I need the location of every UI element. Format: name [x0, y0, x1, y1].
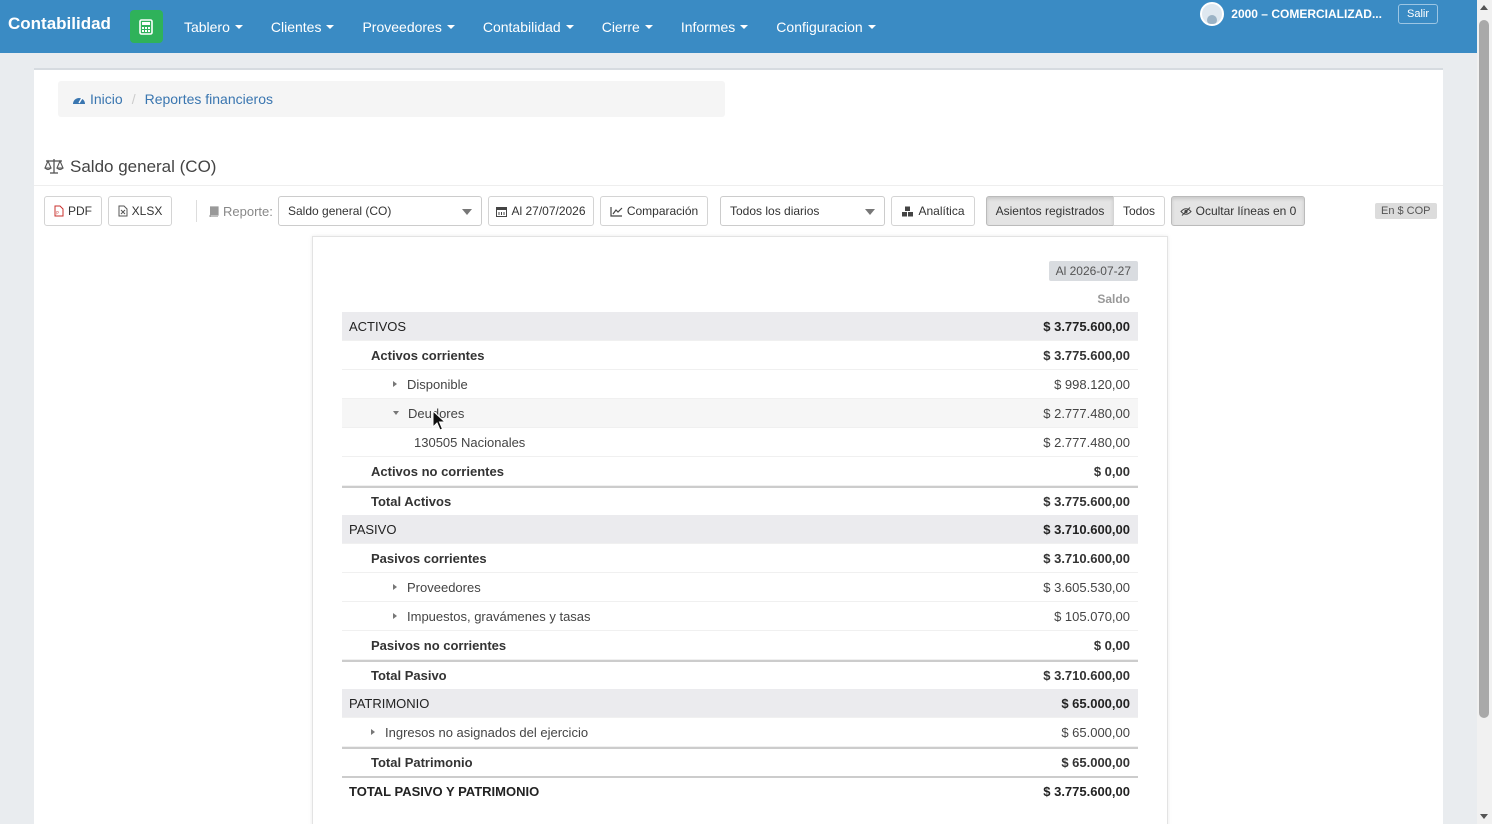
report-row-activos-no-corrientes[interactable]: Activos no corrientes $ 0,00	[342, 457, 1138, 486]
scroll-up-arrow-icon[interactable]	[1480, 5, 1488, 10]
scroll-down-arrow-icon[interactable]	[1480, 814, 1488, 819]
user-area: 2000 – COMERCIALIZAD... Salir	[1200, 2, 1438, 26]
journals-select[interactable]: Todos los diarios	[720, 196, 885, 226]
report-date-badge: Al 2026-07-27	[1048, 261, 1138, 281]
caret-down-icon	[740, 24, 749, 29]
nav-proveedores[interactable]: Proveedores	[348, 19, 468, 35]
currency-badge: En $ COP	[1375, 203, 1437, 219]
pdf-file-icon: P	[54, 205, 64, 217]
cubes-icon	[902, 206, 914, 216]
toolbar-divider	[196, 200, 197, 222]
report-row-impuestos[interactable]: Impuestos, gravámenes y tasas $ 105.070,…	[342, 602, 1138, 631]
report-row-total-activos: Total Activos $ 3.775.600,00	[342, 486, 1138, 515]
calculator-icon	[139, 18, 154, 35]
breadcrumb: Inicio / Reportes financieros	[58, 81, 725, 117]
top-navbar: Contabilidad Tablero Clientes Proveedore…	[0, 0, 1477, 53]
report-row-account-130505[interactable]: 130505 Nacionales $ 2.777.480,00	[342, 428, 1138, 457]
user-avatar[interactable]	[1200, 2, 1225, 26]
collapse-arrow-icon[interactable]	[393, 411, 399, 415]
xlsx-button[interactable]: XLSX	[108, 196, 172, 226]
caret-down-icon	[446, 24, 455, 29]
report-row-pasivos-no-corrientes[interactable]: Pasivos no corrientes $ 0,00	[342, 631, 1138, 660]
all-entries-toggle[interactable]: Todos	[1113, 196, 1165, 226]
pdf-button[interactable]: P PDF	[44, 196, 102, 226]
report-row-total-pasivo-patrimonio: TOTAL PASIVO Y PATRIMONIO $ 3.775.600,00	[342, 776, 1138, 805]
page-scrollbar[interactable]	[1477, 0, 1492, 824]
line-chart-icon	[610, 206, 623, 217]
excel-file-icon	[118, 205, 128, 217]
breadcrumb-current[interactable]: Reportes financieros	[145, 91, 273, 107]
breadcrumb-home[interactable]: Inicio	[72, 91, 123, 107]
caret-down-icon	[565, 24, 574, 29]
dropdown-arrow-icon	[462, 209, 472, 215]
calendar-icon	[496, 206, 508, 217]
caret-down-icon	[326, 24, 335, 29]
expand-arrow-icon[interactable]	[371, 729, 375, 735]
caret-down-icon	[644, 24, 653, 29]
caret-down-icon	[867, 24, 876, 29]
logout-button[interactable]: Salir	[1397, 4, 1438, 24]
report-row-pasivos-corrientes[interactable]: Pasivos corrientes $ 3.710.600,00	[342, 544, 1138, 573]
report-row-ingresos-no-asignados[interactable]: Ingresos no asignados del ejercicio $ 65…	[342, 718, 1138, 747]
balance-column-header: Saldo	[1097, 292, 1130, 306]
expand-arrow-icon[interactable]	[393, 613, 397, 619]
eye-slash-icon	[1179, 206, 1192, 216]
main-content: Inicio / Reportes financieros Saldo gene…	[34, 68, 1443, 824]
caret-down-icon	[234, 24, 243, 29]
report-row-proveedores[interactable]: Proveedores $ 3.605.530,00	[342, 573, 1138, 602]
report-type-select[interactable]: Saldo general (CO)	[278, 196, 482, 226]
svg-text:P: P	[56, 211, 59, 216]
nav-tablero[interactable]: Tablero	[170, 19, 257, 35]
dashboard-icon	[73, 97, 85, 104]
balance-scale-icon	[44, 159, 64, 174]
page-title: Saldo general (CO)	[70, 156, 217, 176]
report-label: Reporte:	[208, 204, 273, 219]
breadcrumb-separator: /	[131, 91, 136, 107]
comparison-button[interactable]: Comparación	[600, 196, 708, 226]
report-rows: ACTIVOS $ 3.775.600,00 Activos corriente…	[342, 312, 1138, 805]
report-row-deudores[interactable]: Deudores $ 2.777.480,00	[342, 399, 1138, 428]
dropdown-arrow-icon	[865, 209, 875, 215]
report-row-pasivo[interactable]: PASIVO $ 3.710.600,00	[342, 515, 1138, 544]
posted-entries-toggle[interactable]: Asientos registrados	[986, 196, 1114, 226]
company-name[interactable]: 2000 – COMERCIALIZAD...	[1231, 7, 1382, 21]
hide-zero-lines-toggle[interactable]: Ocultar líneas en 0	[1171, 196, 1305, 226]
app-brand[interactable]: Contabilidad	[8, 14, 111, 34]
nav-configuracion[interactable]: Configuracion	[762, 19, 889, 35]
report-row-activos[interactable]: ACTIVOS $ 3.775.600,00	[342, 312, 1138, 341]
nav-cierre[interactable]: Cierre	[588, 19, 667, 35]
balance-sheet-report: Al 2026-07-27 Saldo ACTIVOS $ 3.775.600,…	[312, 236, 1168, 824]
mouse-cursor-icon	[432, 410, 446, 431]
calculator-app-button[interactable]	[129, 10, 163, 43]
nav-clientes[interactable]: Clientes	[257, 19, 349, 35]
analytic-button[interactable]: Analítica	[891, 196, 975, 226]
report-row-activos-corrientes[interactable]: Activos corrientes $ 3.775.600,00	[342, 341, 1138, 370]
nav-informes[interactable]: Informes	[667, 19, 762, 35]
report-toolbar: P PDF XLSX Reporte: Saldo general (CO) A…	[44, 196, 1439, 226]
scrollbar-thumb[interactable]	[1479, 20, 1489, 718]
date-filter-button[interactable]: Al 27/07/2026	[488, 196, 594, 226]
report-row-total-patrimonio: Total Patrimonio $ 65.000,00	[342, 747, 1138, 776]
book-icon	[209, 206, 219, 217]
page-header: Saldo general (CO)	[34, 148, 1443, 186]
report-row-disponible[interactable]: Disponible $ 998.120,00	[342, 370, 1138, 399]
nav-contabilidad[interactable]: Contabilidad	[469, 19, 588, 35]
expand-arrow-icon[interactable]	[393, 584, 397, 590]
report-row-patrimonio[interactable]: PATRIMONIO $ 65.000,00	[342, 689, 1138, 718]
report-row-total-pasivo: Total Pasivo $ 3.710.600,00	[342, 660, 1138, 689]
expand-arrow-icon[interactable]	[393, 381, 397, 387]
